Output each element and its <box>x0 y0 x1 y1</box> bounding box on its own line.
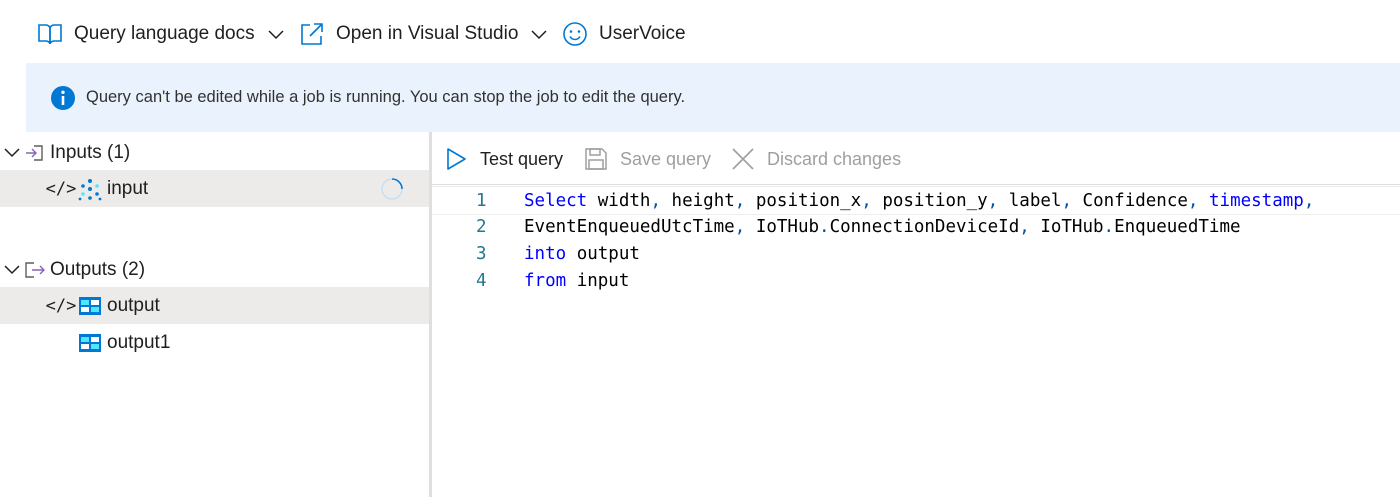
code-icon: </> <box>45 295 77 316</box>
banner-message: Query can't be edited while a job is run… <box>86 88 686 106</box>
code-line: 2 EventEnqueuedUtcTime, IoTHub.Connectio… <box>432 213 1400 240</box>
tree-item-label: input <box>107 177 149 199</box>
code-icon: </> <box>45 178 77 199</box>
test-query-button[interactable]: Test query <box>444 143 563 175</box>
close-icon <box>731 147 755 171</box>
book-icon <box>36 20 64 48</box>
inputs-group-header[interactable]: Inputs (1) <box>0 134 429 171</box>
top-toolbar: Query language docs Open in Visual Studi… <box>0 0 1400 68</box>
code-line: 1 Select width, height, position_x, posi… <box>432 186 1400 215</box>
input-arrow-icon <box>24 143 44 163</box>
tree-item-input[interactable]: </> input <box>0 170 429 207</box>
line-number: 4 <box>476 270 487 291</box>
open-visual-studio-button[interactable]: Open in Visual Studio <box>298 17 548 51</box>
loading-spinner-icon <box>380 177 404 201</box>
uservoice-label: UserVoice <box>599 23 686 44</box>
chevron-down-icon <box>3 144 21 162</box>
inputs-group-label: Inputs (1) <box>50 141 131 163</box>
output-arrow-icon <box>24 260 46 280</box>
save-query-label: Save query <box>620 148 712 169</box>
code-line: 4 from input <box>432 267 1400 294</box>
storage-table-icon <box>78 331 102 355</box>
play-icon <box>444 147 468 171</box>
save-icon <box>584 147 608 171</box>
line-number: 1 <box>476 190 487 211</box>
inputs-outputs-tree: Inputs (1) </> input Outputs (2) </> out… <box>0 132 429 497</box>
outputs-group-header[interactable]: Outputs (2) <box>0 251 429 288</box>
info-icon <box>50 85 76 111</box>
discard-changes-button[interactable]: Discard changes <box>731 143 901 175</box>
outputs-group-label: Outputs (2) <box>50 258 146 280</box>
test-query-label: Test query <box>480 148 564 169</box>
iot-hub-icon <box>78 177 102 201</box>
storage-table-icon <box>78 294 102 318</box>
chevron-down-icon <box>530 25 548 43</box>
tree-item-output[interactable]: </> output <box>0 287 429 324</box>
line-number: 3 <box>476 243 487 264</box>
query-editor[interactable]: 1 Select width, height, position_x, posi… <box>432 186 1400 497</box>
line-code: from input <box>524 270 630 291</box>
info-banner: Query can't be edited while a job is run… <box>26 63 1400 132</box>
line-code: into output <box>524 243 640 264</box>
external-link-icon <box>298 20 326 48</box>
chevron-down-icon <box>3 261 21 279</box>
uservoice-button[interactable]: UserVoice <box>561 17 686 51</box>
smiley-icon <box>561 20 589 48</box>
tree-item-output1[interactable]: output1 <box>0 324 429 361</box>
query-panel: Test query Save query Discard changes 1 … <box>432 132 1400 497</box>
chevron-down-icon <box>267 25 285 43</box>
line-number: 2 <box>476 216 487 237</box>
tree-item-label: output <box>107 294 160 316</box>
query-toolbar: Test query Save query Discard changes <box>432 132 1400 185</box>
line-code: Select width, height, position_x, positi… <box>524 190 1315 211</box>
tree-item-label: output1 <box>107 331 171 353</box>
query-docs-label: Query language docs <box>74 23 255 44</box>
open-visual-studio-label: Open in Visual Studio <box>336 23 519 44</box>
save-query-button[interactable]: Save query <box>584 143 711 175</box>
discard-changes-label: Discard changes <box>767 148 902 169</box>
code-line: 3 into output <box>432 240 1400 267</box>
line-code: EventEnqueuedUtcTime, IoTHub.ConnectionD… <box>524 216 1241 237</box>
query-docs-button[interactable]: Query language docs <box>36 17 285 51</box>
